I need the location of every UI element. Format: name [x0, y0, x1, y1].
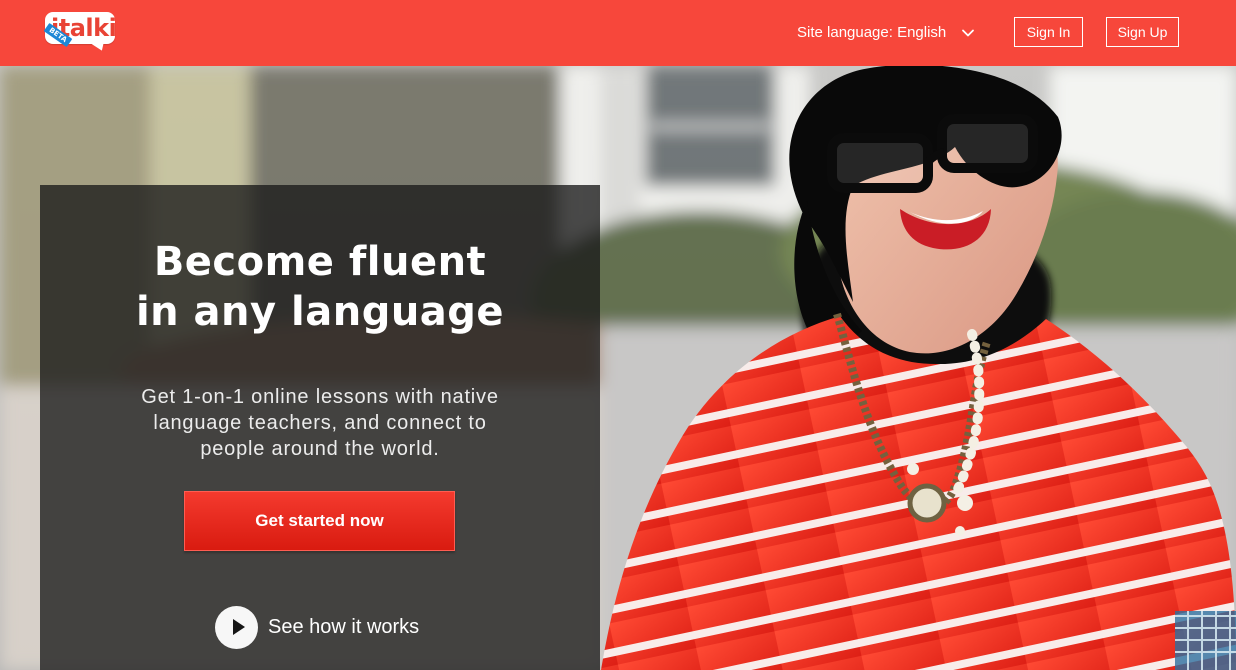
hero-section: Become fluent in any language Get 1-on-1… [0, 66, 1236, 670]
hero-title-line-2: in any language [135, 289, 505, 335]
see-how-it-works-label: See how it works [268, 616, 420, 638]
hero-title-line-1: Become fluent [153, 239, 487, 285]
top-navigation-bar: italki BETA Site language: English Sign … [0, 0, 1236, 66]
italki-landing-page: italki BETA Site language: English Sign … [0, 0, 1236, 670]
get-started-button[interactable]: Get started now [184, 491, 455, 551]
chevron-down-icon [960, 25, 976, 41]
play-icon [215, 605, 258, 649]
italki-logo[interactable]: italki BETA [43, 12, 117, 54]
hero-subtitle: Get 1-on-1 online lessons with native la… [141, 386, 499, 460]
site-language-label: Site language: English [797, 24, 947, 41]
see-how-it-works-link[interactable]: See how it works [215, 605, 419, 649]
site-language-selector[interactable]: Site language: English [797, 22, 976, 44]
hero-title: Become fluent in any language [40, 237, 600, 337]
sign-up-button[interactable]: Sign Up [1106, 17, 1179, 47]
sign-in-button[interactable]: Sign In [1014, 17, 1083, 47]
hero-content-card: Become fluent in any language Get 1-on-1… [40, 185, 600, 670]
